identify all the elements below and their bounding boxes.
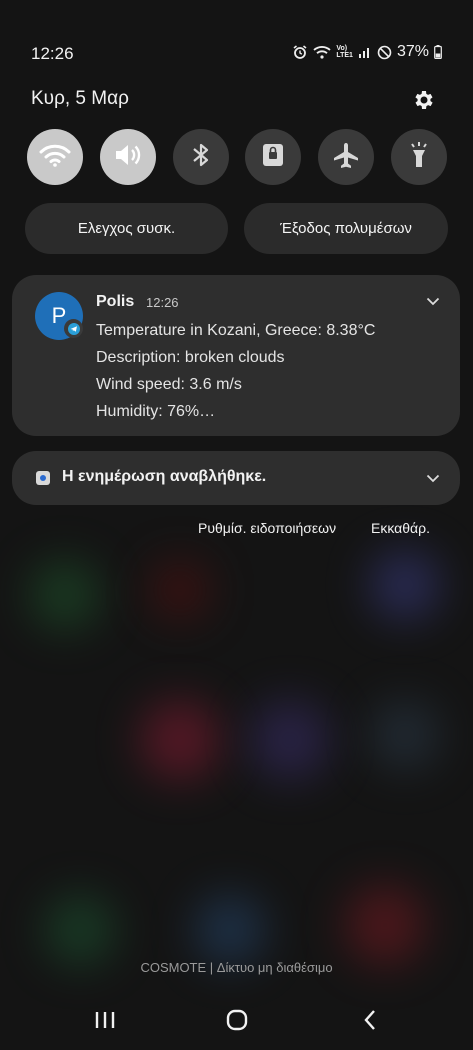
quick-settings bbox=[27, 129, 447, 185]
recent-apps-icon[interactable] bbox=[85, 1008, 125, 1032]
bluetooth-icon bbox=[191, 141, 211, 174]
do-not-disturb-icon bbox=[377, 45, 392, 60]
notification-app-name: Polis bbox=[96, 293, 135, 310]
notification-line-temperature: Temperature in Kozani, Greece: 8.38°C bbox=[96, 322, 376, 339]
notification-time: 12:26 bbox=[146, 295, 179, 310]
notification-card-polis[interactable]: P Polis 12:26 Temperature in Kozani, Gre… bbox=[12, 275, 460, 436]
clear-all-link[interactable]: Εκκαθάρ. bbox=[371, 520, 430, 536]
alarm-icon bbox=[292, 44, 308, 60]
status-bar: 12:26 Vo) LTE1 37% bbox=[0, 0, 473, 70]
notification-line-wind: Wind speed: 3.6 m/s bbox=[96, 376, 242, 393]
bluetooth-toggle[interactable] bbox=[172, 129, 229, 185]
sound-toggle[interactable] bbox=[99, 129, 156, 185]
chevron-down-icon[interactable] bbox=[425, 293, 441, 309]
notification-line-description: Description: broken clouds bbox=[96, 349, 285, 366]
chevron-down-icon[interactable] bbox=[425, 470, 441, 486]
navigation-bar bbox=[0, 1000, 473, 1040]
snoozed-notification-card[interactable]: Η ενημέρωση αναβλήθηκε. bbox=[12, 451, 460, 505]
carrier-status: COSMOTE | Δίκτυο μη διαθέσιμο bbox=[140, 960, 333, 975]
wifi-toggle[interactable] bbox=[27, 129, 83, 185]
back-icon[interactable] bbox=[350, 1008, 390, 1032]
snooze-app-icon bbox=[36, 471, 50, 485]
header-date: Κυρ, 5 Μαρ bbox=[31, 88, 129, 109]
telegram-icon bbox=[64, 319, 83, 338]
rotation-lock-toggle[interactable] bbox=[245, 129, 302, 185]
media-output-button[interactable]: Έξοδος πολυμέσων bbox=[244, 203, 448, 254]
volume-icon bbox=[113, 141, 143, 174]
device-control-button[interactable]: Ελεγχος συσκ. bbox=[25, 203, 228, 254]
home-icon[interactable] bbox=[217, 1008, 257, 1032]
battery-percent: 37% bbox=[396, 43, 429, 60]
volte-icon: Vo) LTE1 bbox=[336, 45, 353, 59]
flashlight-toggle[interactable] bbox=[390, 129, 447, 185]
airplane-icon bbox=[332, 141, 360, 174]
wifi-icon bbox=[313, 45, 331, 59]
lock-icon bbox=[261, 142, 285, 173]
signal-icon bbox=[358, 45, 372, 59]
battery-icon bbox=[434, 45, 442, 59]
snoozed-text: Η ενημέρωση αναβλήθηκε. bbox=[62, 468, 267, 485]
airplane-toggle[interactable] bbox=[318, 129, 375, 185]
flashlight-icon bbox=[407, 141, 431, 174]
notification-settings-link[interactable]: Ρυθμίσ. ειδοποιήσεων bbox=[198, 520, 336, 536]
status-time: 12:26 bbox=[31, 44, 74, 63]
notification-body: Temperature in Kozani, Greece: 8.38°C De… bbox=[96, 317, 375, 425]
quick-panel-pills: Ελεγχος συσκ. Έξοδος πολυμέσων bbox=[25, 203, 448, 254]
status-icons: Vo) LTE1 37% bbox=[292, 43, 442, 61]
gear-icon[interactable] bbox=[409, 85, 439, 115]
notification-line-humidity: Humidity: 76%… bbox=[96, 403, 216, 420]
wifi-icon bbox=[39, 143, 71, 172]
